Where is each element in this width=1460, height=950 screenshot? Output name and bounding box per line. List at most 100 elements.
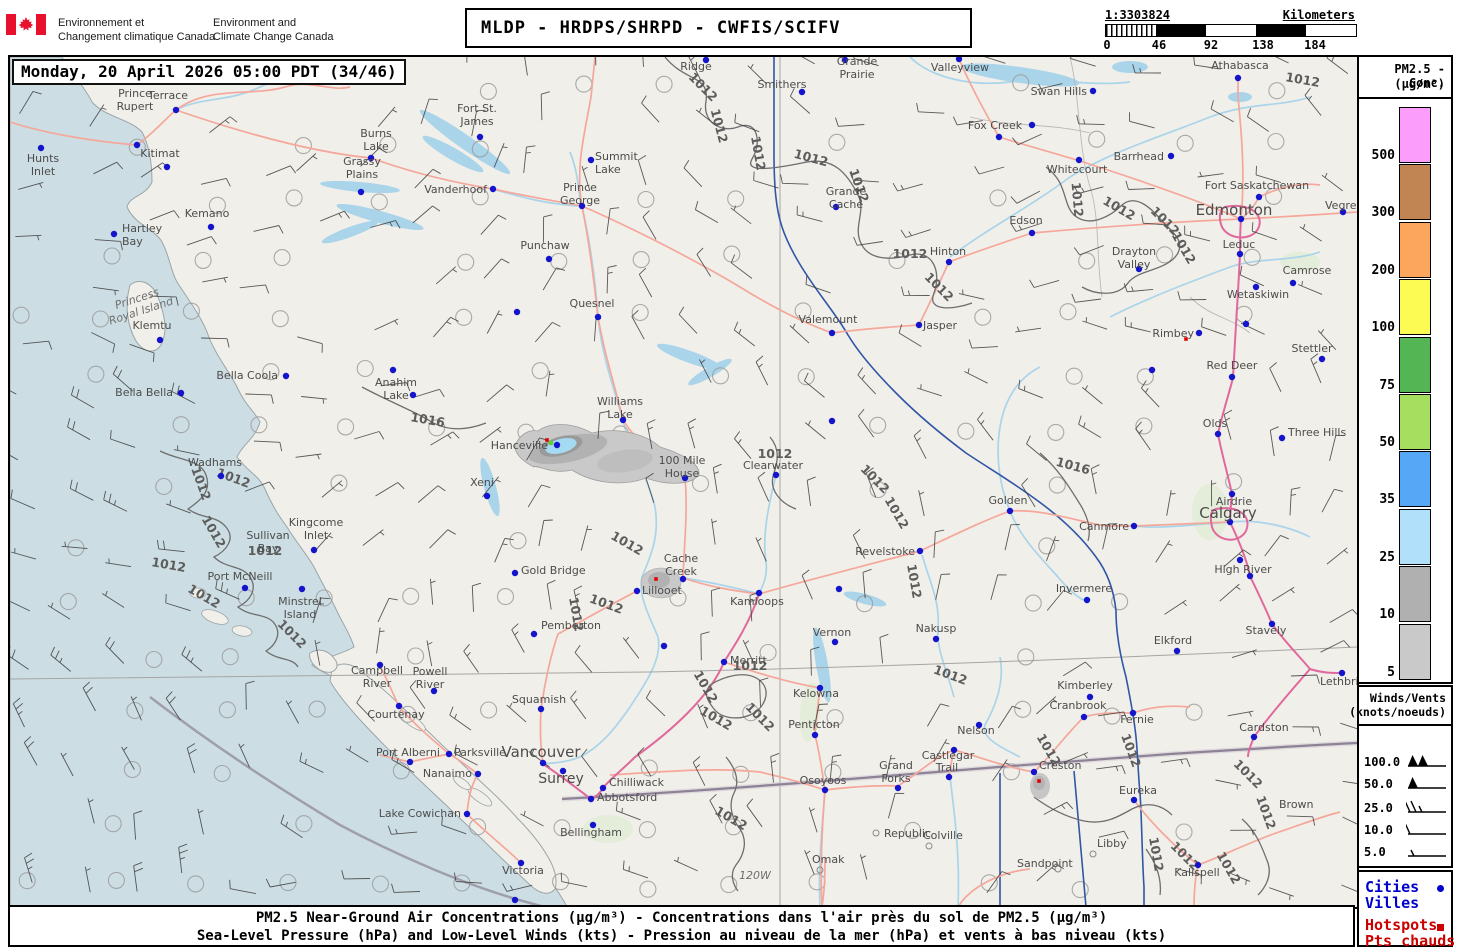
wind-barb xyxy=(673,856,698,872)
city-label: Whitecourt xyxy=(1047,163,1108,176)
city-dot xyxy=(156,336,164,344)
wind-barb xyxy=(1321,488,1344,513)
wind-barb xyxy=(730,205,752,225)
city-label: Canmore xyxy=(1079,520,1129,533)
city-label: Smithers xyxy=(757,78,806,91)
wind-barb xyxy=(295,453,322,460)
graticule-circle xyxy=(1048,476,1066,494)
wind-barb xyxy=(1304,87,1322,116)
city-dot xyxy=(110,230,118,238)
city-label: Grand xyxy=(879,759,913,772)
city-dot xyxy=(1130,796,1138,804)
wind-barb xyxy=(913,429,927,459)
city-label: Vancouver xyxy=(502,743,582,761)
wind-barb xyxy=(595,57,597,66)
city-label: Creston xyxy=(1039,759,1082,772)
wind-barb xyxy=(149,210,180,221)
graticule-circle xyxy=(457,253,475,271)
scalebar-segment xyxy=(1206,25,1256,36)
wind-barb xyxy=(1329,609,1357,623)
wind-barb xyxy=(879,633,889,664)
city-label: Osoyoos xyxy=(800,774,847,787)
city-dot xyxy=(828,329,836,337)
wind-barb xyxy=(1062,661,1093,677)
town-circle-marker xyxy=(925,842,933,850)
wind-barb xyxy=(1342,780,1357,784)
wind-barb xyxy=(730,254,753,279)
city-dot xyxy=(163,163,171,171)
graticule-circle xyxy=(194,251,212,269)
wind-speed-label: 25.0 xyxy=(1364,801,1393,815)
city-label: George xyxy=(560,194,600,207)
wind-barb xyxy=(253,225,284,234)
wind-barb xyxy=(1271,586,1295,602)
canada-flag-icon xyxy=(6,14,46,35)
city-label: Invermere xyxy=(1056,582,1113,595)
wind-barb xyxy=(354,431,385,440)
city-label: Quesnel xyxy=(570,297,615,310)
wind-barb xyxy=(1096,765,1126,775)
graticule-circle xyxy=(1078,252,1096,270)
city-dot xyxy=(1228,373,1236,381)
town-circle-marker xyxy=(872,829,880,837)
wind-barb xyxy=(622,860,649,879)
city-dot xyxy=(1242,320,1250,328)
wind-barb xyxy=(712,463,722,494)
wind-barb xyxy=(1297,280,1323,295)
city-label: Kingcome xyxy=(289,516,344,529)
city-dot xyxy=(1083,596,1091,604)
wind-barb xyxy=(1090,464,1100,495)
graticule-circle xyxy=(1088,130,1106,148)
wind-barb xyxy=(570,690,587,720)
isobar-label: 1016 xyxy=(409,409,446,430)
city-dot xyxy=(545,255,553,263)
pm25-value-label: 200 xyxy=(1371,262,1395,278)
wind-barb xyxy=(990,574,1007,601)
city-dot xyxy=(133,141,141,149)
graticule-circle xyxy=(1267,132,1285,151)
isobar-label: 1012 xyxy=(904,563,925,600)
city-label: Kimberley xyxy=(1057,679,1113,692)
wind-barb xyxy=(642,57,644,67)
city-label: Jasper xyxy=(922,319,957,332)
legend-cities-fr: Villes xyxy=(1365,894,1420,912)
city-label: Trail xyxy=(935,761,958,774)
city-dot xyxy=(821,786,829,794)
graticule-circle xyxy=(637,190,655,209)
city-label: Fort St. xyxy=(457,102,497,115)
city-label: Omak xyxy=(812,853,845,866)
city-label: Cache xyxy=(664,552,698,565)
hotspot-marker xyxy=(654,577,658,581)
scalebar-ticks: 0 46 92 138 184 xyxy=(1103,38,1357,52)
org-name-fr: Environnement et Changement climatique C… xyxy=(58,17,216,43)
wind-barb xyxy=(574,644,593,673)
wind-legend-row: 25.0 xyxy=(1364,799,1450,817)
graticule-circle xyxy=(273,249,291,267)
isobar-label: 1012 xyxy=(686,69,721,104)
city-label: Barrhead xyxy=(1114,150,1164,163)
city-label: Kalispell xyxy=(1174,866,1219,879)
wind-barb xyxy=(1246,108,1269,132)
isobar-label: 1012 xyxy=(1068,182,1086,218)
wind-barb xyxy=(374,318,399,331)
wind-barb xyxy=(417,485,446,503)
city-label: Victoria xyxy=(502,864,544,877)
wind-barb xyxy=(296,153,318,172)
city-label: Bay xyxy=(258,542,279,555)
city-label: Inlet xyxy=(31,165,56,178)
wind-barb xyxy=(534,321,561,343)
wind-barb-icon xyxy=(1408,849,1446,857)
graticule-circle xyxy=(1268,82,1286,100)
wind-barb xyxy=(734,113,760,133)
wind-barb xyxy=(1269,426,1279,457)
city-dot xyxy=(282,372,290,380)
pm25-value-label: 300 xyxy=(1371,205,1395,221)
wind-barb xyxy=(1123,283,1154,293)
city-label: Campbell xyxy=(351,664,403,677)
city-dot xyxy=(1030,768,1038,776)
wind-barb xyxy=(694,200,719,223)
wind-barb xyxy=(1166,490,1176,516)
city-label: Bella Bella xyxy=(115,386,173,399)
isobar-label: 1012 xyxy=(792,146,829,169)
city-dot xyxy=(406,758,414,766)
